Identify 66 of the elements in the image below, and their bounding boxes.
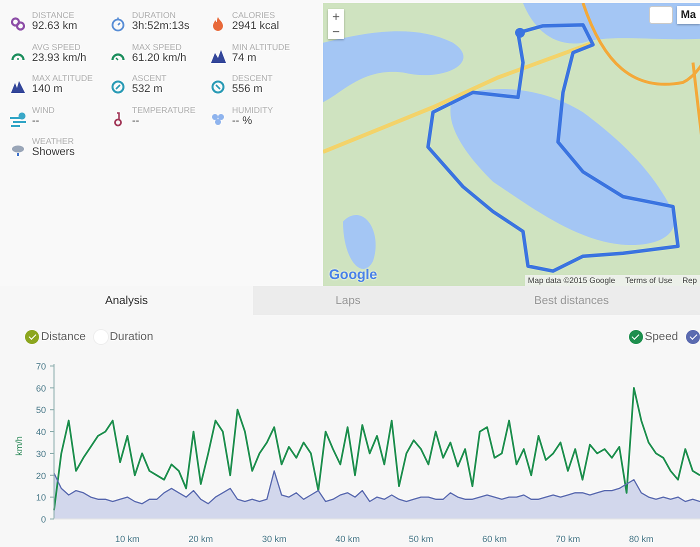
x-tick-label: 70 km [556, 534, 580, 544]
stat-value: 3h:52m:13s [132, 20, 190, 33]
y-tick-label: 20 [36, 470, 46, 481]
stat-value: Showers [32, 146, 75, 159]
report-link[interactable]: Rep [682, 276, 697, 285]
stat-label: DESCENT [232, 73, 273, 83]
stat-label: DISTANCE [32, 10, 76, 20]
stat-value: 92.63 km [32, 20, 78, 33]
y-axis-title: km/h [14, 436, 24, 456]
y-tick-label: 50 [36, 405, 46, 416]
y-tick-label: 60 [36, 383, 46, 394]
stat-value: 61.20 km/h [132, 52, 186, 64]
stat-value: 532 m [132, 83, 164, 96]
duration-icon [110, 16, 126, 32]
stat-label: CALORIES [232, 10, 276, 20]
zoom-in-button[interactable]: + [328, 9, 344, 24]
min-altitude-icon [210, 48, 226, 64]
y-tick-label: 0 [40, 514, 46, 524]
tab[interactable]: Analysis [0, 286, 253, 315]
wind-icon [10, 110, 26, 126]
terms-link[interactable]: Terms of Use [625, 276, 672, 285]
stat-label: HUMIDITY [232, 104, 274, 114]
stat-value: 140 m [32, 83, 64, 96]
radio-button[interactable] [25, 330, 39, 344]
legend-label: Speed [644, 331, 678, 343]
stat-label: WEATHER [32, 136, 75, 146]
stat-label: MAX SPEED [132, 42, 183, 52]
radio-label: Distance [41, 331, 86, 343]
stat-label: DURATION [132, 10, 177, 20]
descent-icon [210, 79, 226, 95]
y-tick-label: 40 [36, 427, 46, 438]
x-tick-label: 20 km [188, 534, 214, 544]
map-logo: Google [329, 266, 378, 282]
map-type-button[interactable]: Ma [676, 6, 700, 24]
map-thumbnail[interactable] [648, 6, 673, 24]
x-tick-label: 80 km [629, 534, 654, 544]
stat-label: ASCENT [132, 73, 166, 83]
x-tick-label: 30 km [262, 534, 286, 544]
x-tick-label: 40 km [335, 534, 360, 544]
zoom-out-button[interactable]: − [328, 24, 344, 39]
legend-checkbox[interactable] [686, 330, 700, 344]
stat-value: 2941 kcal [232, 20, 280, 33]
stat-label: AVG SPEED [32, 42, 82, 52]
attribution-text: Map data ©2015 Google [528, 276, 616, 285]
legend-checkbox[interactable] [628, 330, 643, 344]
stat-value: -- [132, 114, 140, 128]
ascent-icon [110, 79, 126, 95]
stat-value: -- % [232, 114, 254, 128]
stat-value: 556 m [232, 83, 264, 96]
x-tick-label: 50 km [408, 534, 434, 544]
radio-label: Duration [110, 331, 154, 343]
max-altitude-icon [10, 79, 26, 95]
stat-label: MIN ALTITUDE [232, 42, 290, 52]
stat-value: 74 m [232, 52, 258, 64]
stat-label: TEMPERATURE [132, 104, 196, 114]
x-tick-label: 60 km [482, 534, 507, 544]
y-tick-label: 70 [36, 362, 46, 372]
stat-label: WIND [32, 104, 55, 114]
x-tick-label: 10 km [115, 534, 140, 544]
calories-icon [210, 16, 226, 32]
stat-value: -- [32, 114, 40, 128]
stat-label: MAX ALTITUDE [32, 73, 93, 83]
distance-icon [10, 16, 26, 32]
y-tick-label: 30 [36, 448, 46, 459]
stat-value: 23.93 km/h [32, 52, 86, 64]
y-tick-label: 10 [36, 492, 46, 503]
